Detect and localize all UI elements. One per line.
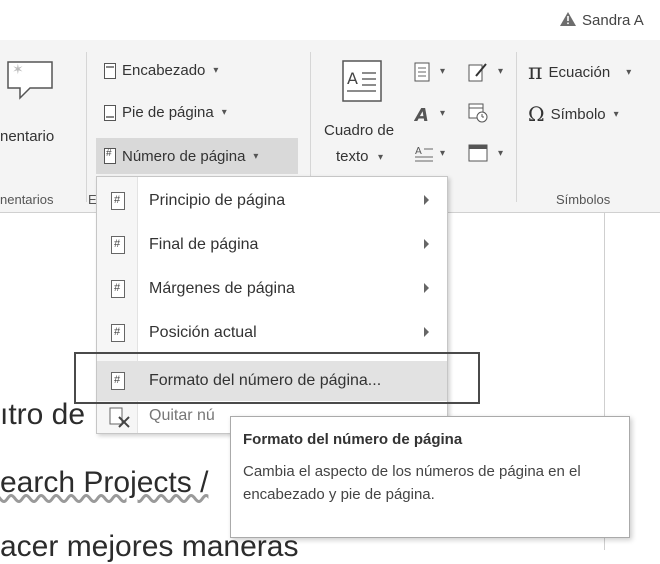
chevron-down-icon: ▾ (378, 152, 384, 163)
chevron-down-icon: ▾ (498, 66, 504, 77)
wordart-icon: A (413, 105, 429, 126)
group-separator (86, 52, 87, 202)
drop-cap-icon: A (415, 146, 433, 162)
menu-item-top-of-page[interactable]: Principio de página (97, 181, 447, 221)
menu-item-label: Posición actual (149, 324, 257, 341)
textbox-label-line1: Cuadro de (324, 122, 395, 139)
chevron-down-icon: ▾ (440, 148, 446, 159)
tooltip: Formato del número de página Cambia el a… (230, 416, 630, 538)
menu-item-label: Márgenes de página (149, 280, 295, 297)
chevron-down-icon: ▾ (440, 66, 446, 77)
remove-page-number-icon (109, 407, 130, 428)
date-time-icon (468, 103, 488, 123)
chevron-right-icon (424, 195, 429, 205)
menu-item-bottom-of-page[interactable]: Final de página (97, 225, 447, 265)
footer-icon (104, 104, 116, 121)
chevron-right-icon (424, 327, 429, 337)
drop-cap-button[interactable]: A ▾ (414, 144, 456, 166)
object-icon (468, 144, 488, 162)
textbox-label-line2: texto (336, 148, 369, 165)
page-number-icon (104, 148, 116, 164)
chevron-right-icon (424, 283, 429, 293)
user-name: Sandra A (582, 12, 644, 29)
signature-line-button[interactable]: ▾ (468, 62, 510, 84)
textbox-icon: A (342, 60, 382, 102)
wordart-button[interactable]: A ▾ (413, 104, 456, 126)
menu-item-page-margins[interactable]: Márgenes de página (97, 269, 447, 309)
tooltip-title: Formato del número de página (243, 431, 463, 448)
quick-parts-button[interactable]: ▾ (414, 62, 456, 84)
page-number-label: Número de página (122, 147, 246, 165)
symbols-group-label: Símbolos (556, 192, 611, 207)
svg-text:A: A (414, 105, 429, 124)
menu-item-label: Quitar nú (149, 407, 215, 424)
svg-text:A: A (347, 69, 358, 88)
new-comment-label: nentario (0, 128, 55, 145)
chevron-down-icon: ▾ (221, 107, 227, 118)
svg-text:A: A (415, 146, 422, 157)
user-account[interactable]: Sandra A (560, 12, 644, 29)
header-icon (104, 62, 116, 79)
chevron-down-icon: ▾ (253, 150, 259, 162)
chevron-right-icon (424, 239, 429, 249)
equation-button[interactable]: π Ecuación ▾ (528, 60, 631, 85)
page-number-icon (111, 324, 125, 342)
comment-icon: ✶ (7, 61, 53, 100)
footer-label: Pie de página (122, 104, 214, 121)
header-button[interactable]: Encabezado ▾ (104, 62, 218, 79)
tooltip-body: Cambia el aspecto de los números de pági… (243, 463, 581, 503)
page-number-icon (111, 280, 125, 298)
menu-item-label: Final de página (149, 236, 259, 253)
chevron-down-icon: ▾ (440, 108, 446, 119)
menu-item-current-position[interactable]: Posición actual (97, 313, 447, 353)
page-number-icon (111, 192, 125, 210)
chevron-down-icon: ▾ (613, 108, 619, 120)
symbol-label: Símbolo (550, 105, 606, 123)
omega-icon: Ω (528, 102, 545, 126)
selection-outline (74, 352, 480, 404)
date-time-button[interactable] (468, 102, 492, 126)
quick-parts-icon (414, 62, 430, 82)
textbox-button[interactable]: A Cuadro de texto ▾ (318, 56, 410, 176)
object-button[interactable]: ▾ (468, 144, 510, 166)
menu-item-label: Principio de página (149, 192, 286, 209)
document-line[interactable]: ıtro de (0, 398, 85, 432)
new-comment-button[interactable]: ✶ nentario (0, 50, 90, 170)
comments-group-label: nentarios (0, 192, 54, 207)
chevron-down-icon: ▾ (213, 65, 219, 76)
page-number-button[interactable]: Número de página ▾ (96, 138, 298, 174)
chevron-down-icon: ▾ (498, 148, 504, 159)
page-number-icon (111, 236, 125, 254)
pi-icon: π (528, 60, 543, 85)
warning-icon (560, 12, 576, 26)
group-separator (516, 52, 517, 202)
symbol-button[interactable]: Ω Símbolo ▾ (528, 102, 619, 126)
footer-button[interactable]: Pie de página ▾ (104, 104, 227, 121)
chevron-down-icon: ▾ (626, 67, 632, 78)
svg-text:✶: ✶ (12, 62, 24, 78)
equation-label: Ecuación (548, 64, 611, 81)
header-label: Encabezado (122, 62, 206, 79)
signature-icon (468, 63, 487, 82)
document-line[interactable]: earch Projects / (0, 466, 208, 500)
